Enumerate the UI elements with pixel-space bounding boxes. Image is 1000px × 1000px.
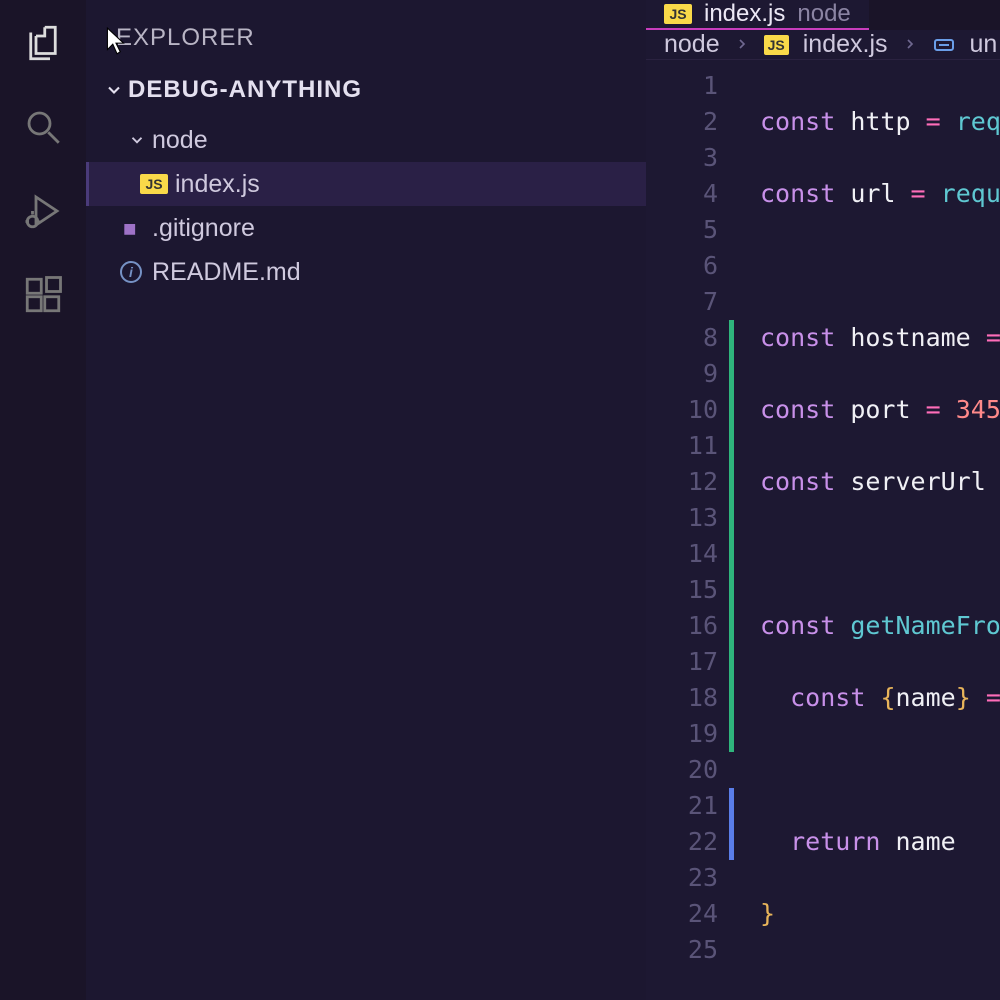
workspace-header[interactable]: DEBUG-ANYTHING (86, 62, 646, 118)
code-area[interactable]: 1 2 3 4 5 6 7 8 9 10 11 12 13 14 15 16 1… (646, 60, 1000, 1000)
explorer-title: EXPLORER (86, 0, 646, 62)
activity-bar (0, 0, 86, 1000)
js-file-icon: JS (764, 35, 789, 55)
tab-dir: node (797, 0, 850, 28)
file-index-js[interactable]: JS index.js (86, 162, 646, 206)
file-readme[interactable]: i README.md (86, 250, 646, 294)
breadcrumb-symbol: un (970, 30, 998, 59)
explorer-icon[interactable] (22, 22, 64, 64)
folder-node[interactable]: node (86, 118, 646, 162)
symbol-variable-icon (932, 33, 956, 57)
code-content[interactable]: const http = req const url = requ const … (736, 60, 1000, 1000)
tab-bar: JS index.js node (646, 0, 1000, 30)
chevron-right-icon (734, 30, 750, 59)
file-label: .gitignore (152, 214, 255, 243)
js-file-icon: JS (664, 4, 692, 24)
workspace-name: DEBUG-ANYTHING (128, 76, 362, 104)
file-gitignore[interactable]: ◆ .gitignore (86, 206, 646, 250)
editor-pane: JS index.js node node JS index.js un 1 2… (646, 0, 1000, 1000)
git-file-icon: ◆ (116, 216, 146, 241)
info-file-icon: i (116, 261, 146, 283)
tab-index-js[interactable]: JS index.js node (646, 0, 869, 30)
chevron-right-icon (902, 30, 918, 59)
breadcrumb[interactable]: node JS index.js un (646, 30, 1000, 60)
chevron-down-icon (100, 80, 128, 100)
chevron-down-icon (122, 131, 152, 149)
search-icon[interactable] (22, 106, 64, 148)
tab-filename: index.js (704, 0, 785, 28)
run-debug-icon[interactable] (22, 190, 64, 232)
breadcrumb-file: index.js (803, 30, 888, 59)
file-tree: node JS index.js ◆ .gitignore i README.m… (86, 118, 646, 294)
git-added-marker (729, 320, 734, 752)
js-file-icon: JS (139, 174, 169, 194)
explorer-sidebar: EXPLORER DEBUG-ANYTHING node JS index.js… (86, 0, 646, 1000)
extensions-icon[interactable] (22, 274, 64, 316)
file-label: README.md (152, 258, 301, 287)
git-modified-marker (729, 788, 734, 860)
folder-label: node (152, 126, 208, 155)
line-gutter: 1 2 3 4 5 6 7 8 9 10 11 12 13 14 15 16 1… (646, 60, 736, 1000)
breadcrumb-node: node (664, 30, 720, 59)
file-label: index.js (175, 170, 260, 199)
